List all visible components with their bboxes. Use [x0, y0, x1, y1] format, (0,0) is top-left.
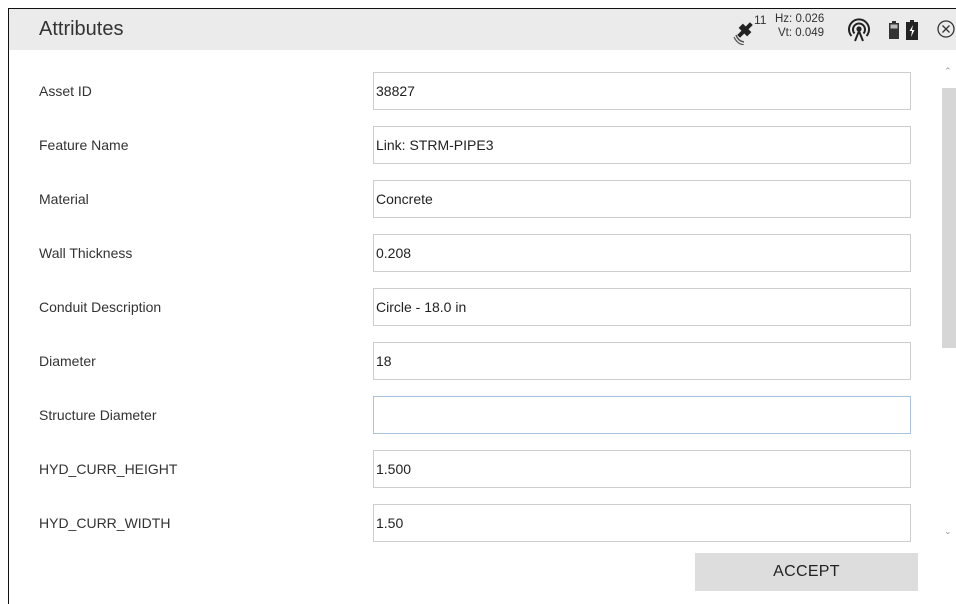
conduit-description-field[interactable] — [373, 288, 911, 326]
form-row-material: Material — [9, 180, 941, 220]
battery-icon — [889, 21, 899, 39]
form-row-wall-thickness: Wall Thickness — [9, 234, 941, 274]
radio-signal-icon[interactable] — [847, 18, 871, 42]
scrollbar-thumb[interactable] — [942, 88, 956, 348]
title-bar: Attributes 11 Hz: 0.026 Vt: 0.049 — [9, 9, 956, 50]
form-row-structure-diameter: Structure Diameter — [9, 396, 941, 436]
field-label: Diameter — [39, 353, 96, 369]
field-label: Wall Thickness — [39, 245, 133, 261]
material-field[interactable] — [373, 180, 911, 218]
field-label: HYD_CURR_HEIGHT — [39, 461, 178, 477]
form-row-conduit-description: Conduit Description — [9, 288, 941, 328]
field-label: HYD_CURR_WIDTH — [39, 515, 171, 531]
form-row-diameter: Diameter — [9, 342, 941, 382]
form-row-hyd-curr-width: HYD_CURR_WIDTH — [9, 504, 941, 543]
satellite-count: 11 — [754, 13, 767, 27]
diameter-field[interactable] — [373, 342, 911, 380]
accept-button[interactable]: ACCEPT — [695, 553, 918, 591]
hyd-curr-height-field[interactable] — [373, 450, 911, 488]
hyd-curr-width-field[interactable] — [373, 504, 911, 542]
form-row-asset-id: Asset ID — [9, 72, 941, 112]
structure-diameter-field[interactable] — [373, 396, 911, 434]
scroll-up-icon[interactable]: ⌃ — [944, 66, 952, 77]
field-label: Conduit Description — [39, 299, 162, 315]
field-label: Asset ID — [39, 83, 92, 99]
scrollbar[interactable]: ⌃ ⌄ — [941, 64, 956, 542]
attribute-form: Asset ID Feature Name Material Wall Thic… — [9, 50, 941, 543]
battery-charging-icon — [906, 20, 918, 40]
feature-name-field[interactable] — [373, 126, 911, 164]
field-label: Material — [39, 191, 89, 207]
asset-id-field[interactable] — [373, 72, 911, 110]
field-label: Structure Diameter — [39, 407, 157, 423]
close-icon[interactable] — [937, 20, 955, 38]
field-label: Feature Name — [39, 137, 129, 153]
wall-thickness-field[interactable] — [373, 234, 911, 272]
page-title: Attributes — [39, 18, 124, 40]
scroll-down-icon[interactable]: ⌄ — [944, 526, 952, 537]
form-row-hyd-curr-height: HYD_CURR_HEIGHT — [9, 450, 941, 490]
attributes-window: Attributes 11 Hz: 0.026 Vt: 0.049 Asset … — [8, 8, 956, 604]
form-row-feature-name: Feature Name — [9, 126, 941, 166]
vertical-precision: Vt: 0.049 — [778, 27, 825, 39]
precision-readout: Hz: 0.026 Vt: 0.049 — [775, 12, 824, 40]
horizontal-precision: Hz: 0.026 — [775, 13, 825, 25]
